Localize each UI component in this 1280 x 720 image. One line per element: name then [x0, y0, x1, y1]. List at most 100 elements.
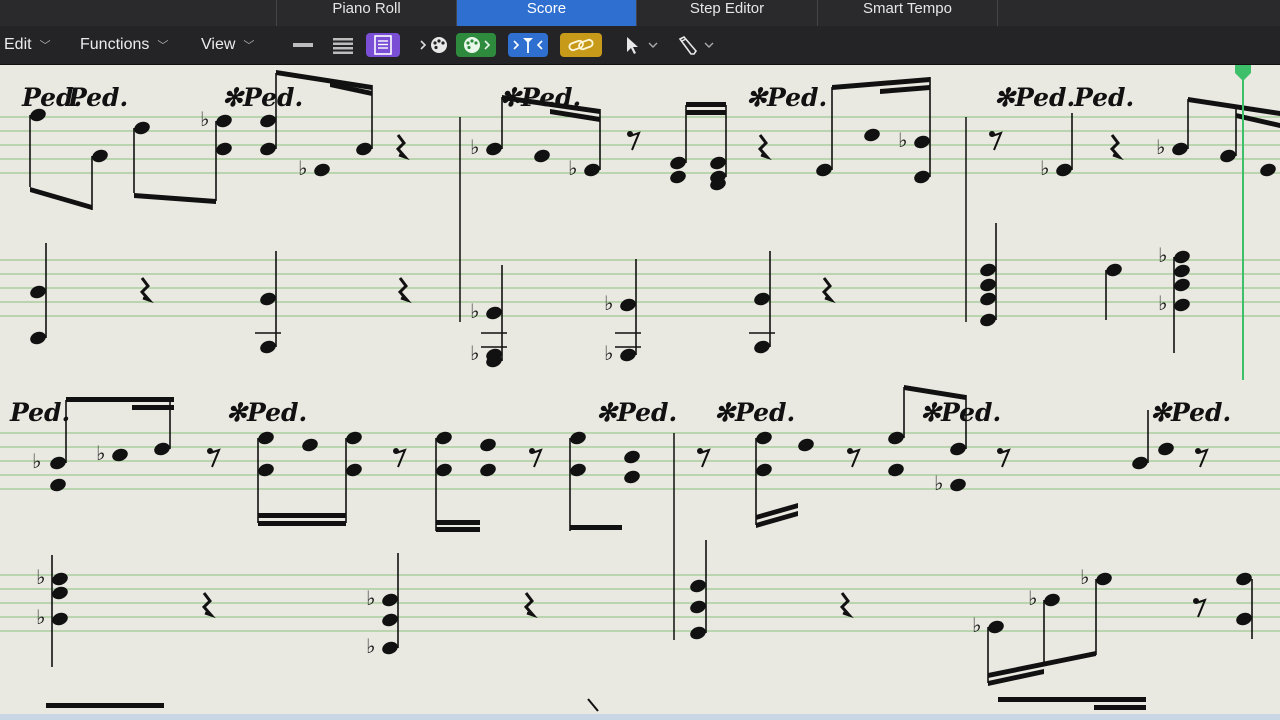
notehead[interactable] — [568, 462, 587, 479]
functions-menu[interactable]: Functions ﹀ — [80, 34, 168, 56]
notehead[interactable] — [688, 625, 707, 642]
pencil-tool-menu[interactable] — [672, 33, 720, 57]
notehead[interactable] — [754, 430, 773, 447]
horizontal-scrollbar[interactable] — [0, 714, 1280, 720]
notehead[interactable] — [532, 148, 551, 165]
notehead[interactable] — [886, 430, 905, 447]
notehead[interactable] — [688, 599, 707, 616]
notehead[interactable] — [568, 430, 587, 447]
notehead[interactable] — [48, 477, 67, 494]
notehead[interactable] — [380, 612, 399, 629]
notehead[interactable] — [912, 169, 931, 186]
notehead[interactable] — [622, 469, 641, 486]
notehead[interactable] — [754, 462, 773, 479]
notehead[interactable] — [948, 441, 967, 458]
tab-smart-tempo[interactable]: Smart Tempo — [817, 0, 998, 26]
notehead[interactable] — [796, 437, 815, 454]
tab-piano-roll[interactable]: Piano Roll — [276, 0, 456, 26]
notehead[interactable] — [28, 330, 47, 347]
notehead[interactable] — [256, 430, 275, 447]
notehead[interactable] — [50, 585, 69, 602]
notehead[interactable] — [214, 113, 233, 130]
notehead[interactable] — [1042, 592, 1061, 609]
edit-menu[interactable]: Edit ﹀ — [4, 34, 51, 56]
notehead[interactable] — [258, 339, 277, 356]
notehead[interactable] — [668, 155, 687, 172]
notehead[interactable] — [1104, 262, 1123, 279]
multi-staff-view-button[interactable] — [326, 33, 360, 57]
notehead[interactable] — [622, 449, 641, 466]
notehead[interactable] — [618, 347, 637, 364]
notehead[interactable] — [618, 297, 637, 314]
notehead[interactable] — [48, 455, 67, 472]
notehead[interactable] — [1172, 263, 1191, 280]
notehead[interactable] — [688, 578, 707, 595]
notehead[interactable] — [90, 148, 109, 165]
midi-out-button[interactable] — [456, 33, 496, 57]
notehead[interactable] — [258, 141, 277, 158]
notehead[interactable] — [478, 437, 497, 454]
catch-playhead-button[interactable] — [508, 33, 548, 57]
notehead[interactable] — [948, 477, 967, 494]
notehead[interactable] — [484, 141, 503, 158]
notehead[interactable] — [1130, 455, 1149, 472]
tab-score[interactable]: Score — [456, 0, 636, 26]
score-notation[interactable]: ♭♭♭♭♭♭♭♭♭♭♭♭♭♭ ♭♭♭♭♭♭♭♭♭ Ped.Ped. ✻Ped. ✻Pe… — [0, 65, 1280, 720]
notehead[interactable] — [1156, 441, 1175, 458]
link-button[interactable] — [560, 33, 602, 57]
notehead[interactable] — [1258, 162, 1277, 179]
notehead[interactable] — [312, 162, 331, 179]
single-staff-view-button[interactable] — [286, 33, 320, 57]
notehead[interactable] — [258, 291, 277, 308]
view-menu[interactable]: View ﹀ — [201, 34, 254, 56]
notehead[interactable] — [978, 312, 997, 329]
notehead[interactable] — [862, 127, 881, 144]
notehead[interactable] — [434, 462, 453, 479]
notehead[interactable] — [1234, 611, 1253, 628]
notehead[interactable] — [344, 430, 363, 447]
tab-step-editor[interactable]: Step Editor — [636, 0, 817, 26]
notehead[interactable] — [978, 277, 997, 294]
notehead[interactable] — [132, 120, 151, 137]
notehead[interactable] — [1172, 297, 1191, 314]
notehead[interactable] — [978, 291, 997, 308]
notehead[interactable] — [1218, 148, 1237, 165]
notehead[interactable] — [256, 462, 275, 479]
notehead[interactable] — [354, 141, 373, 158]
notehead[interactable] — [344, 462, 363, 479]
notehead[interactable] — [214, 141, 233, 158]
midi-in-button[interactable] — [416, 33, 454, 57]
notehead[interactable] — [28, 284, 47, 301]
notehead[interactable] — [1094, 571, 1113, 588]
notehead[interactable] — [258, 113, 277, 130]
notehead[interactable] — [152, 441, 171, 458]
notehead[interactable] — [380, 592, 399, 609]
notehead[interactable] — [1054, 162, 1073, 179]
notehead[interactable] — [484, 305, 503, 322]
notehead[interactable] — [434, 430, 453, 447]
notehead[interactable] — [668, 169, 687, 186]
notehead[interactable] — [978, 262, 997, 279]
notehead[interactable] — [912, 134, 931, 151]
notehead[interactable] — [50, 571, 69, 588]
notehead[interactable] — [1172, 277, 1191, 294]
notehead[interactable] — [582, 162, 601, 179]
notehead[interactable] — [752, 339, 771, 356]
pointer-tool-menu[interactable] — [618, 33, 664, 57]
notehead[interactable] — [814, 162, 833, 179]
notehead[interactable] — [986, 619, 1005, 636]
notehead[interactable] — [1234, 571, 1253, 588]
notehead[interactable] — [1170, 141, 1189, 158]
notehead[interactable] — [380, 640, 399, 657]
notehead[interactable] — [752, 291, 771, 308]
page-view-button[interactable] — [366, 33, 400, 57]
notehead[interactable] — [478, 462, 497, 479]
playhead-handle-icon[interactable] — [1235, 65, 1251, 81]
notehead[interactable] — [886, 462, 905, 479]
notehead[interactable] — [708, 155, 727, 172]
notehead[interactable] — [1172, 249, 1191, 266]
playhead[interactable] — [1235, 65, 1251, 380]
notehead[interactable] — [300, 437, 319, 454]
notehead[interactable] — [50, 611, 69, 628]
score-canvas[interactable]: ♭ ♭ ♭ ♭ ♭ ♭ ♭ ♭ ♭ ♭ ♭ ♭ ♭ ♭ ♭ ♭ ♭ ♭ ♭ ♭ ♭ ♭ ♭ Ped. Ped. ✻Ped. ✻Pe… — [0, 65, 1280, 720]
